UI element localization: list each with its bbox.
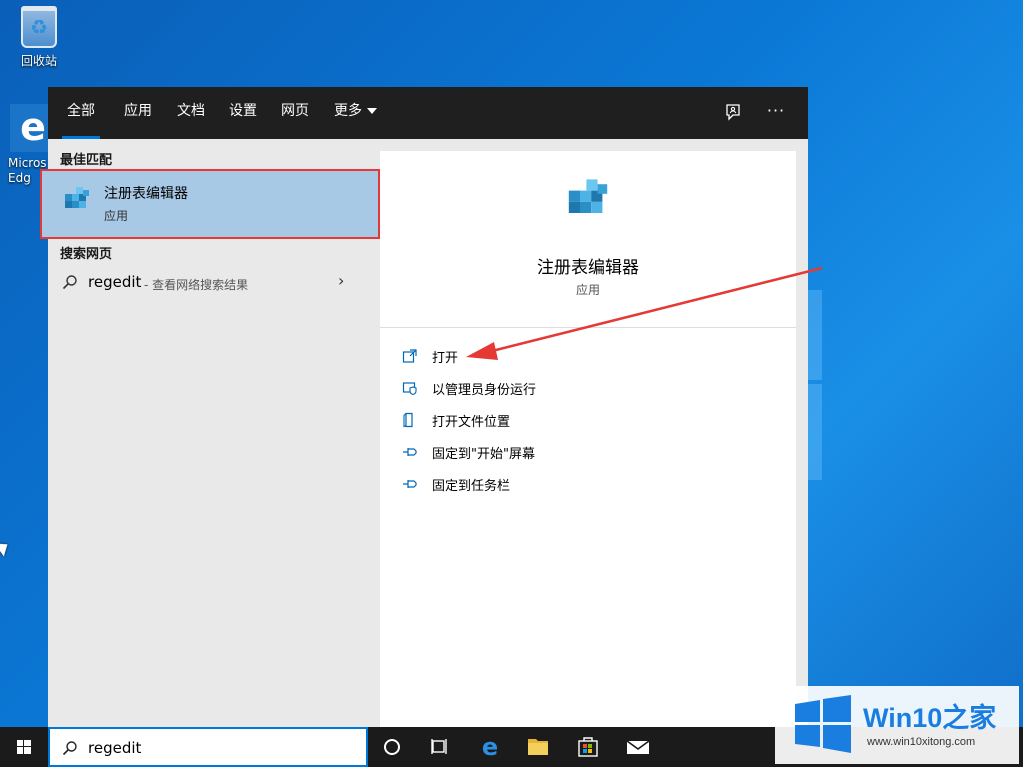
desktop-light-beam [808, 290, 822, 380]
store-icon[interactable] [564, 727, 612, 767]
web-search-result[interactable]: regedit - 查看网络搜索结果 › [48, 263, 380, 303]
watermark-brand: Win10之家 [863, 703, 997, 733]
pin-icon [403, 480, 417, 488]
tab-more[interactable]: 更多 [334, 87, 377, 139]
tab-documents[interactable]: 文档 [177, 87, 205, 139]
search-input[interactable] [88, 737, 358, 759]
folder-location-icon [403, 412, 413, 428]
chevron-right-icon[interactable]: › [338, 271, 344, 290]
mouse-cursor-icon [0, 537, 13, 557]
taskbar-search-box[interactable] [48, 727, 368, 767]
desktop-icon-label: 回收站 [20, 54, 57, 68]
web-search-query: regedit [88, 273, 142, 291]
watermark-url: www.win10xitong.com [867, 736, 976, 748]
result-detail-pane: 注册表编辑器 应用 打开 以管理员身份运行 打开文件位置 固定到"开始"屏幕 固… [380, 151, 796, 727]
detail-app-type: 应用 [575, 283, 600, 297]
search-panel: 全部 应用 文档 设置 网页 更多 ··· 最佳匹配 注册表编辑器 应用 搜索网… [40, 87, 808, 727]
action-pin-to-taskbar[interactable]: 固定到任务栏 [402, 473, 702, 495]
registry-editor-icon [568, 179, 608, 213]
chevron-down-icon [367, 108, 377, 114]
windows-logo-icon [795, 695, 851, 753]
action-open-file-location[interactable]: 打开文件位置 [402, 409, 702, 431]
cortana-icon[interactable] [368, 727, 416, 767]
action-open[interactable]: 打开 [402, 345, 702, 367]
mail-icon[interactable] [614, 727, 662, 767]
detail-app-name: 注册表编辑器 [537, 258, 639, 278]
web-search-hint: - 查看网络搜索结果 [144, 278, 249, 292]
best-match-type: 应用 [104, 209, 129, 223]
edge-icon[interactable]: e [466, 727, 514, 767]
divider [380, 327, 796, 328]
more-options-icon[interactable]: ··· [764, 101, 788, 121]
best-match-name: 注册表编辑器 [104, 186, 188, 202]
task-view-icon[interactable] [416, 727, 464, 767]
tab-apps[interactable]: 应用 [124, 87, 152, 139]
desktop-icon-recycle-bin[interactable]: 回收站 [4, 6, 74, 69]
tab-settings[interactable]: 设置 [229, 87, 257, 139]
open-icon [402, 349, 417, 363]
section-title-web-search: 搜索网页 [60, 247, 113, 262]
search-icon [62, 741, 77, 756]
desktop-light-beam [808, 384, 822, 480]
shield-icon [402, 382, 417, 396]
registry-editor-icon [65, 187, 89, 208]
pin-icon [403, 448, 417, 456]
results-list: 最佳匹配 注册表编辑器 应用 搜索网页 regedit - 查看网络搜索结果 › [40, 139, 380, 727]
search-icon [62, 275, 77, 290]
start-button[interactable] [0, 727, 48, 767]
best-match-item-registry-editor[interactable]: 注册表编辑器 应用 [40, 169, 380, 239]
feedback-icon[interactable] [724, 103, 742, 121]
file-explorer-icon[interactable] [514, 727, 562, 767]
windows-logo-icon [17, 740, 31, 754]
tab-web[interactable]: 网页 [281, 87, 309, 139]
watermark-logo: Win10之家 www.win10xitong.com [775, 686, 1019, 764]
recycle-bin-icon [21, 6, 57, 48]
action-run-as-admin[interactable]: 以管理员身份运行 [402, 377, 702, 399]
search-filter-bar: 全部 应用 文档 设置 网页 更多 ··· [48, 87, 808, 139]
tab-all[interactable]: 全部 [62, 87, 100, 139]
section-title-best-match: 最佳匹配 [60, 153, 113, 168]
action-pin-to-start[interactable]: 固定到"开始"屏幕 [402, 441, 702, 463]
